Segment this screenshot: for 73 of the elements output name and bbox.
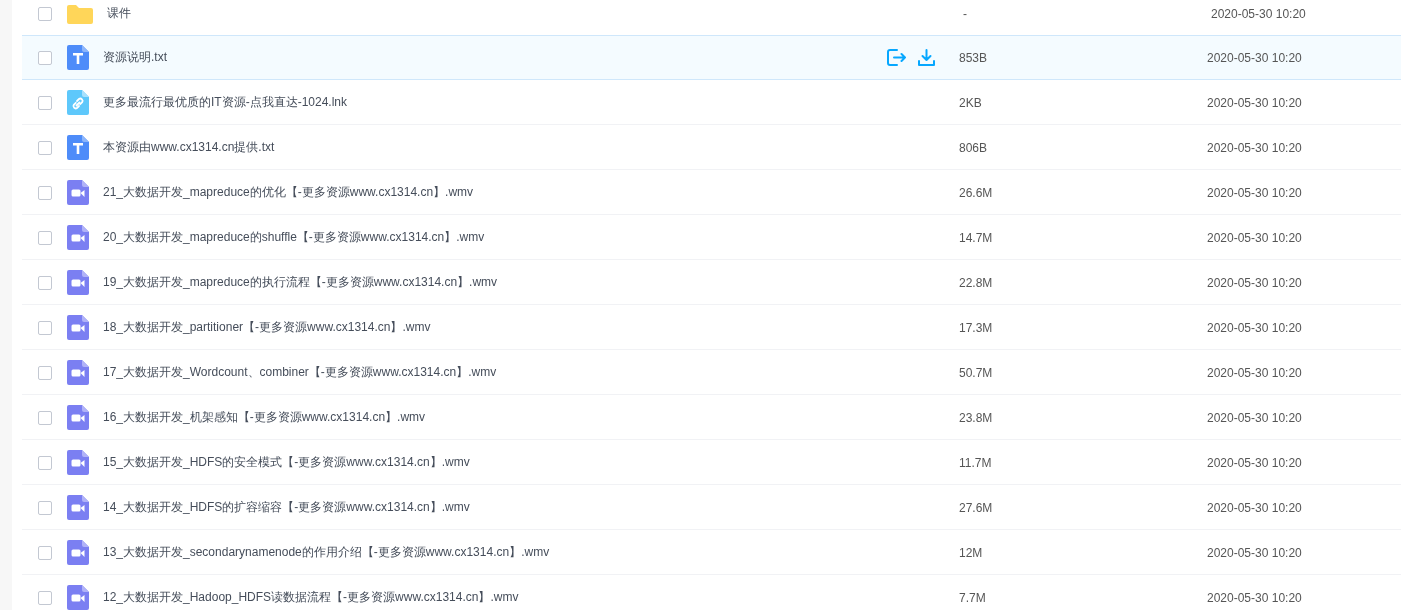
- folder-icon: [67, 3, 93, 24]
- file-name: 18_大数据开发_partitioner【-更多资源www.cx1314.cn】.wmv: [103, 319, 432, 336]
- modified-date: 2020-05-30 10:20: [1207, 500, 1302, 515]
- video-file-icon: [67, 225, 89, 250]
- modified-date: 2020-05-30 10:20: [1207, 590, 1302, 605]
- checkbox[interactable]: [38, 6, 52, 21]
- video-file-icon: [67, 540, 89, 565]
- link-file-icon: [67, 90, 89, 115]
- file-size: 27.6M: [959, 500, 994, 515]
- checkbox[interactable]: [38, 545, 52, 560]
- file-size: 2KB: [959, 95, 983, 110]
- modified-date: 2020-05-30 10:20: [1211, 6, 1306, 21]
- file-name: 20_大数据开发_mapreduce的shuffle【-更多资源www.cx1314.cn】.wmv: [103, 229, 486, 246]
- file-name: 14_大数据开发_HDFS的扩容缩容【-更多资源www.cx1314.cn】.wmv: [103, 499, 471, 516]
- file-size: 50.7M: [959, 365, 994, 380]
- download-icon[interactable]: [918, 49, 935, 66]
- modified-date: 2020-05-30 10:20: [1207, 365, 1302, 380]
- file-size: 11.7M: [959, 455, 993, 470]
- video-file-icon: [67, 450, 89, 475]
- file-name: 课件: [107, 5, 132, 22]
- video-file-icon: [67, 180, 89, 205]
- file-name: 21_大数据开发_mapreduce的优化【-更多资源www.cx1314.cn】.wmv: [103, 184, 475, 201]
- checkbox[interactable]: [38, 230, 52, 245]
- file-size: 806B: [959, 140, 989, 155]
- file-size: 22.8M: [959, 275, 994, 290]
- checkbox[interactable]: [38, 410, 52, 425]
- file-name: 资源说明.txt: [103, 49, 168, 66]
- checkbox[interactable]: [38, 455, 52, 470]
- modified-date: 2020-05-30 10:20: [1207, 455, 1302, 470]
- checkbox[interactable]: [38, 140, 52, 155]
- checkbox[interactable]: [38, 275, 52, 290]
- checkbox[interactable]: [38, 50, 52, 65]
- file-name: 15_大数据开发_HDFS的安全模式【-更多资源www.cx1314.cn】.wmv: [103, 454, 471, 471]
- file-name: 19_大数据开发_mapreduce的执行流程【-更多资源www.cx1314.cn】.wmv: [103, 274, 499, 291]
- file-size: 17.3M: [959, 320, 994, 335]
- file-size: 853B: [959, 50, 989, 65]
- file-size: 14.7M: [959, 230, 994, 245]
- video-file-icon: [67, 315, 89, 340]
- checkbox[interactable]: [38, 365, 52, 380]
- file-name: 16_大数据开发_机架感知【-更多资源www.cx1314.cn】.wmv: [103, 409, 427, 426]
- share-icon[interactable]: [887, 49, 906, 66]
- checkbox[interactable]: [38, 185, 52, 200]
- checkbox[interactable]: [38, 95, 52, 110]
- file-size: 7.7M: [959, 590, 987, 605]
- file-name: 更多最流行最优质的IT资源-点我直达-1024.lnk: [103, 94, 349, 111]
- file-size: -: [963, 6, 968, 21]
- modified-date: 2020-05-30 10:20: [1207, 320, 1302, 335]
- modified-date: 2020-05-30 10:20: [1207, 410, 1302, 425]
- video-file-icon: [67, 495, 89, 520]
- modified-date: 2020-05-30 10:20: [1207, 545, 1302, 560]
- modified-date: 2020-05-30 10:20: [1207, 50, 1302, 65]
- modified-date: 2020-05-30 10:20: [1207, 185, 1302, 200]
- file-name: 17_大数据开发_Wordcount、combiner【-更多资源www.cx1314.cn】.wmv: [103, 364, 498, 381]
- modified-date: 2020-05-30 10:20: [1207, 230, 1302, 245]
- modified-date: 2020-05-30 10:20: [1207, 95, 1302, 110]
- file-name: 本资源由www.cx1314.cn提供.txt: [103, 139, 276, 156]
- video-file-icon: [67, 270, 89, 295]
- checkbox[interactable]: [38, 590, 52, 605]
- checkbox[interactable]: [38, 320, 52, 335]
- file-size: 23.8M: [959, 410, 994, 425]
- video-file-icon: [67, 585, 89, 610]
- file-name: 13_大数据开发_secondarynamenode的作用介绍【-更多资源www.cx1314.cn】.wmv: [103, 544, 551, 561]
- checkbox[interactable]: [38, 500, 52, 515]
- video-file-icon: [67, 405, 89, 430]
- file-row[interactable]: 资源说明.txt 853B 2020-05-30 10:20: [22, 35, 1401, 80]
- modified-date: 2020-05-30 10:20: [1207, 275, 1302, 290]
- file-size: 12M: [959, 545, 984, 560]
- text-file-icon: [67, 45, 89, 70]
- text-file-icon: [67, 135, 89, 160]
- modified-date: 2020-05-30 10:20: [1207, 140, 1302, 155]
- file-name: 12_大数据开发_Hadoop_HDFS读数据流程【-更多资源www.cx1314.cn】.wmv: [103, 589, 520, 606]
- video-file-icon: [67, 360, 89, 385]
- file-size: 26.6M: [959, 185, 994, 200]
